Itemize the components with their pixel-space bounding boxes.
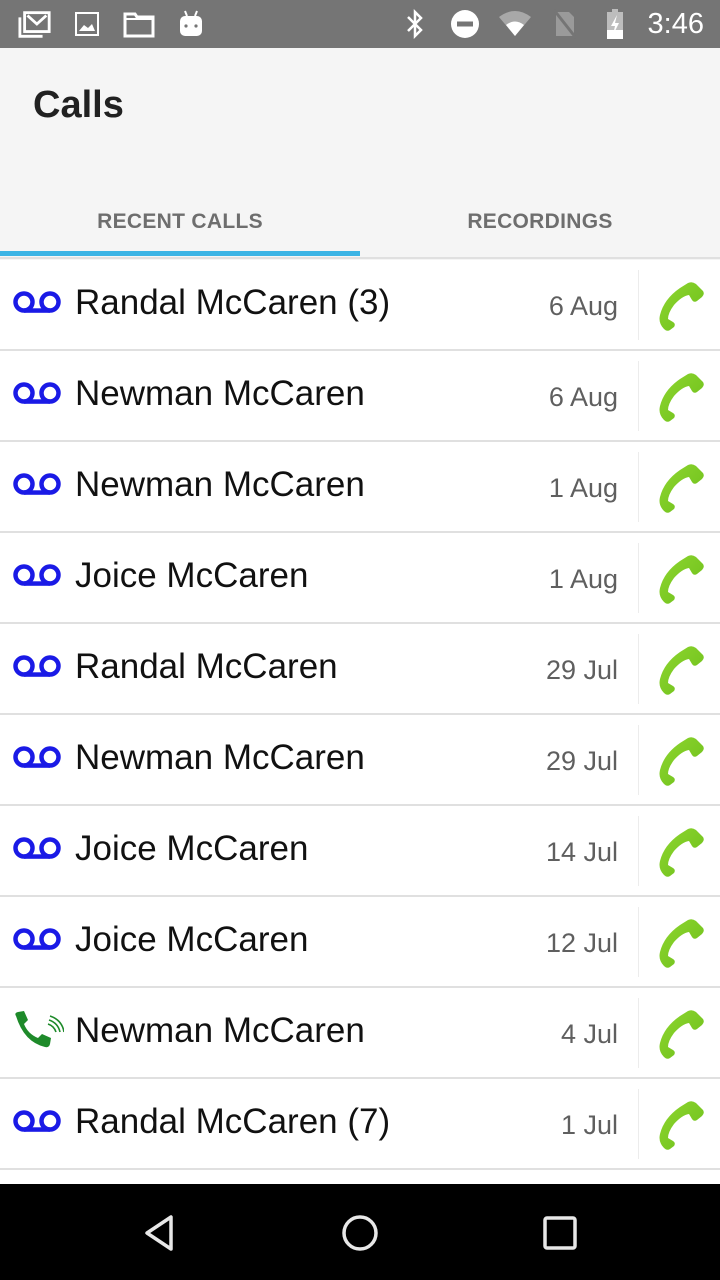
caller-name: Randal McCaren xyxy=(75,647,338,686)
call-row[interactable]: Newman McCaren 4 Jul xyxy=(0,988,720,1079)
row-divider xyxy=(638,725,639,795)
call-back-button[interactable] xyxy=(640,533,720,622)
recents-button[interactable] xyxy=(535,1208,585,1258)
call-back-button[interactable] xyxy=(640,715,720,804)
gmail-icon xyxy=(18,8,52,40)
call-back-button[interactable] xyxy=(640,624,720,713)
caller-name: Randal McCaren (3) xyxy=(75,283,391,322)
caller-name: Joice McCaren xyxy=(75,829,309,868)
call-row[interactable]: Joice McCaren 12 Jul xyxy=(0,897,720,988)
android-icon xyxy=(174,8,208,40)
folder-icon xyxy=(122,8,156,40)
phone-icon xyxy=(659,372,704,422)
call-row[interactable]: Randal McCaren 29 Jul xyxy=(0,624,720,715)
app-bar: Calls RECENT CALLS RECORDINGS xyxy=(0,48,720,260)
selected-tab-indicator xyxy=(0,251,360,256)
voicemail-icon xyxy=(12,472,64,502)
recent-calls-list[interactable]: Randal McCaren (3) 6 Aug Newman McCaren 6 A… xyxy=(0,260,720,1170)
row-divider xyxy=(638,634,639,704)
call-date: 4 Jul xyxy=(560,1019,618,1049)
wifi-icon xyxy=(498,8,532,40)
page-title: Calls xyxy=(33,84,124,126)
phone-icon xyxy=(659,827,704,877)
row-divider xyxy=(638,543,639,613)
phone-icon xyxy=(659,554,704,604)
call-back-button[interactable] xyxy=(640,351,720,440)
call-back-button[interactable] xyxy=(640,442,720,531)
call-date: 6 Aug xyxy=(548,291,618,321)
row-divider xyxy=(638,907,639,977)
call-row[interactable]: Newman McCaren 29 Jul xyxy=(0,715,720,806)
voicemail-icon xyxy=(12,654,64,684)
call-back-button[interactable] xyxy=(640,806,720,895)
voicemail-icon xyxy=(12,1109,64,1139)
recents-icon xyxy=(543,1216,577,1250)
status-bar: 3:46 xyxy=(0,0,720,48)
call-back-button[interactable] xyxy=(640,1079,720,1168)
row-divider xyxy=(638,452,639,522)
caller-name: Newman McCaren xyxy=(75,374,365,413)
tab-recordings[interactable]: RECORDINGS xyxy=(360,210,720,260)
caller-name: Newman McCaren xyxy=(75,1011,365,1050)
back-button[interactable] xyxy=(136,1208,186,1258)
call-date: 12 Jul xyxy=(545,928,618,958)
call-back-button[interactable] xyxy=(640,897,720,986)
no-sim-icon xyxy=(548,8,582,40)
call-row[interactable]: Joice McCaren 14 Jul xyxy=(0,806,720,897)
incoming-call-icon xyxy=(12,1010,65,1048)
do-not-disturb-icon xyxy=(448,8,482,40)
voicemail-icon xyxy=(12,563,64,593)
voicemail-icon xyxy=(12,927,64,957)
call-row[interactable]: Newman McCaren 1 Aug xyxy=(0,442,720,533)
caller-name: Newman McCaren xyxy=(75,738,365,777)
call-date: 29 Jul xyxy=(545,655,618,685)
voicemail-icon xyxy=(12,836,64,866)
home-icon xyxy=(342,1215,378,1251)
row-divider xyxy=(638,361,639,431)
caller-name: Randal McCaren (7) xyxy=(75,1102,391,1141)
bluetooth-icon xyxy=(398,8,432,40)
call-row[interactable]: Joice McCaren 1 Aug xyxy=(0,533,720,624)
voicemail-icon xyxy=(12,381,64,411)
call-date: 14 Jul xyxy=(545,837,618,867)
voicemail-icon xyxy=(12,745,64,775)
tab-divider xyxy=(0,257,720,259)
phone-icon xyxy=(659,918,704,968)
phone-icon xyxy=(659,1100,704,1150)
call-date: 1 Aug xyxy=(548,564,618,594)
home-button[interactable] xyxy=(335,1208,385,1258)
clock: 3:46 xyxy=(647,7,704,40)
image-icon xyxy=(70,8,104,40)
call-date: 6 Aug xyxy=(548,382,618,412)
row-divider xyxy=(638,270,639,340)
caller-name: Joice McCaren xyxy=(75,556,309,595)
phone-icon xyxy=(659,736,704,786)
row-divider xyxy=(638,1089,639,1159)
phone-icon xyxy=(659,1009,704,1059)
call-row[interactable]: Randal McCaren (7) 1 Jul xyxy=(0,1079,720,1170)
phone-icon xyxy=(659,645,704,695)
row-divider xyxy=(638,816,639,886)
call-row[interactable]: Randal McCaren (3) 6 Aug xyxy=(0,260,720,351)
caller-name: Newman McCaren xyxy=(75,465,365,504)
back-icon xyxy=(145,1215,173,1251)
phone-icon xyxy=(659,463,704,513)
navigation-bar xyxy=(0,1184,720,1280)
call-date: 29 Jul xyxy=(545,746,618,776)
call-back-button[interactable] xyxy=(640,260,720,349)
phone-icon xyxy=(659,281,704,331)
row-divider xyxy=(638,998,639,1068)
call-back-button[interactable] xyxy=(640,988,720,1077)
call-row[interactable]: Newman McCaren 6 Aug xyxy=(0,351,720,442)
battery-charging-icon xyxy=(598,8,632,40)
voicemail-icon xyxy=(12,290,64,320)
call-date: 1 Jul xyxy=(560,1110,618,1140)
call-date: 1 Aug xyxy=(548,473,618,503)
caller-name: Joice McCaren xyxy=(75,920,309,959)
